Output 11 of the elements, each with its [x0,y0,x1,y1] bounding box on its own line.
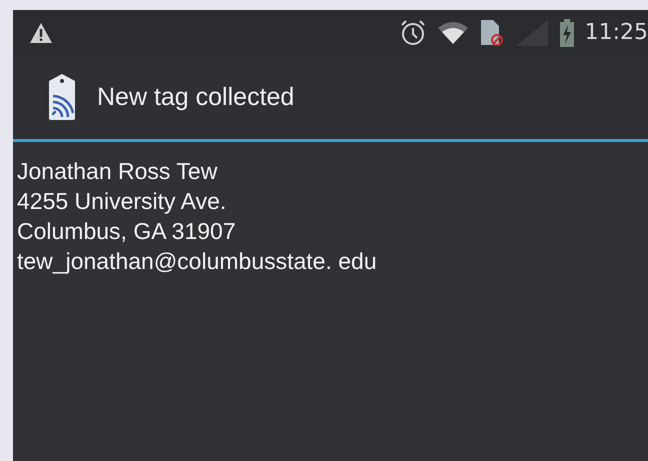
tag-text-line: tew_jonathan@columbusstate. edu [17,247,378,276]
wifi-icon [436,20,469,44]
status-time: 11:25 [584,20,648,45]
notification-title: New tag collected [97,82,294,112]
tag-text-line: Jonathan Ross Tew [17,157,218,186]
tag-text-line: Columbus, GA 31907 [17,217,237,246]
tag-text-line: 4255 University Ave. [17,187,228,216]
warning-icon [29,22,53,44]
alarm-icon [398,18,427,46]
sim-card-icon [478,18,505,46]
battery-charging-icon [558,18,575,46]
